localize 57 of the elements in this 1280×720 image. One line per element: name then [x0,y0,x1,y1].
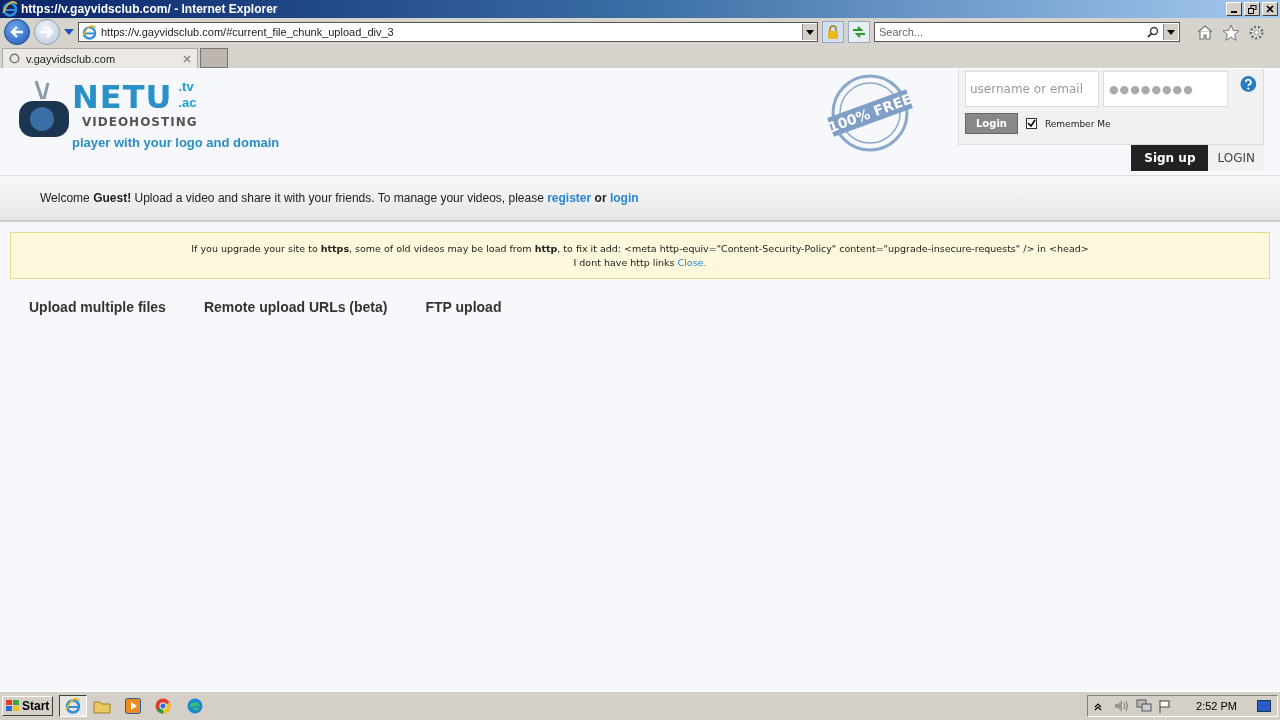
media-player-icon[interactable] [125,698,142,714]
refresh-button[interactable] [848,21,870,43]
ie-logo-icon [2,1,18,17]
network-icon[interactable] [1136,699,1153,713]
close-icon [1266,5,1274,13]
star-icon[interactable] [1222,23,1240,41]
welcome-message: Welcome Guest! Upload a video and share it with your friends. To manage your videos, please register or login [40,191,639,205]
search-field[interactable]: Search... [874,22,1180,42]
chevron-up-icon[interactable] [1094,701,1103,711]
address-bar[interactable]: https://v.gayvidsclub.com/#current_file_chunk_upload_div_3 [78,22,818,42]
help-icon[interactable] [1240,75,1257,93]
logo-domain: .ac [178,95,197,111]
speaker-icon[interactable] [1114,699,1131,713]
upload-tab[interactable]: Upload multiple files [29,299,166,315]
windows-logo-icon [6,700,20,712]
new-tab-button[interactable] [200,48,228,68]
minimize-button[interactable] [1226,2,1242,16]
taskbar-browser-button[interactable] [59,695,88,717]
close-link[interactable]: Close. [677,257,707,268]
arrow-left-icon [10,26,24,38]
logo-subtitle: VIDEOHOSTING [82,115,199,129]
remember-me-checkbox[interactable] [1025,118,1037,129]
notice-text: If you upgrade your site to https, some of old videos may be load from http, to fix it add: <meta http-equiv="Content-Security-Policy" content="upgrade-insecure-requests" /> in <head> [191,243,1089,254]
loading-icon [9,53,20,64]
remember-me-label: Remember Me [1044,118,1111,129]
home-icon[interactable] [1196,24,1214,40]
window-title: https://v.gayvidsclub.com/ - Internet Explorer [21,2,279,16]
browser-tab[interactable]: v.gayvidsclub.com [2,48,198,68]
close-button[interactable] [1262,2,1278,16]
clock: 2:52 PM [1196,700,1237,712]
username-field[interactable]: username or email [965,71,1099,107]
start-button[interactable]: Start [2,696,54,716]
free-stamp: 100% FREE [826,73,914,153]
login-button[interactable]: Login [965,113,1018,134]
notice-text: I dont have http links Close. [573,257,707,268]
flag-icon[interactable] [1158,699,1173,713]
logo-text: NETU [72,79,173,115]
logo-tagline: player with your logo and domain [72,135,280,150]
auth-tab[interactable]: Sign up [1131,145,1209,171]
ie-logo-icon [82,24,97,40]
history-dropdown-icon[interactable] [64,29,74,35]
refresh-icon [852,26,866,38]
close-tab-icon[interactable] [183,54,191,63]
auth-tab[interactable]: LOGIN [1208,145,1264,171]
show-desktop-icon[interactable] [1257,700,1271,712]
ie-logo-icon [65,698,82,714]
chrome-icon[interactable] [155,698,172,714]
logo-domain: .tv [178,79,195,95]
settings-icon[interactable] [1248,23,1265,41]
back-button[interactable] [4,19,30,45]
restore-icon [1247,4,1257,14]
search-icon[interactable] [1147,26,1159,38]
restore-button[interactable] [1244,2,1260,16]
tv-logo-icon [18,79,70,139]
arrow-right-icon [40,26,54,38]
upload-tab[interactable]: Remote upload URLs (beta) [203,299,388,315]
upload-tab[interactable]: FTP upload [425,299,502,315]
